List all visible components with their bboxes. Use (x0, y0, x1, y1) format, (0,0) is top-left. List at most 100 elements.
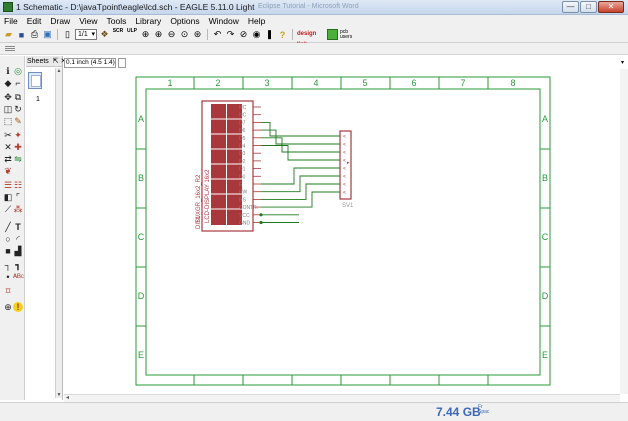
attribute-icon[interactable]: ⌑ (3, 286, 13, 296)
connector-sv1-symbol[interactable]: < < < < < < < < SV1 ▸ (339, 130, 354, 209)
sheet-select[interactable]: 1/1 (75, 29, 97, 40)
show-icon[interactable]: ◎ (13, 66, 23, 76)
lcd-pin-label: E (239, 182, 243, 188)
replace-icon[interactable]: ⇋ (13, 154, 23, 164)
mirror-icon[interactable]: ◫ (3, 104, 13, 114)
menu-options[interactable]: Options (170, 15, 199, 27)
zoom-fit-icon[interactable]: ⊕ (140, 29, 151, 40)
value-icon[interactable]: ☷ (13, 180, 23, 190)
menu-help[interactable]: Help (248, 15, 265, 27)
menu-view[interactable]: View (79, 15, 97, 27)
redo-icon[interactable]: ↷ (225, 29, 236, 40)
design-link-button[interactable]: design link (297, 29, 325, 48)
paste-icon[interactable]: ✦ (13, 130, 23, 140)
free-space-readout: 7.44 GB (436, 405, 481, 419)
erc-icon[interactable]: ⊕ (3, 302, 13, 312)
menu-window[interactable]: Window (209, 15, 239, 27)
pin-icon[interactable]: ⇱ (51, 58, 59, 65)
net-icon[interactable]: ┓ (13, 260, 23, 270)
invoke-icon[interactable]: ⁂ (13, 204, 23, 214)
menu-file[interactable]: File (4, 15, 18, 27)
sheet-number[interactable]: 1 (36, 96, 40, 103)
display-icon[interactable]: ◆ (3, 78, 13, 88)
lcd-pin-label: D4 (239, 144, 246, 150)
menu-edit[interactable]: Edit (27, 15, 42, 27)
save-icon[interactable]: ■ (16, 29, 27, 40)
rotate-icon[interactable]: ↻ (13, 104, 23, 114)
frame-row-label: E (138, 350, 144, 360)
undo-icon[interactable]: ↶ (212, 29, 223, 40)
split-icon[interactable]: ⟋ (3, 204, 13, 214)
frame-row-label: E (542, 350, 548, 360)
cam-processor-icon[interactable]: ▣ (42, 29, 53, 40)
toolbar-grip-icon[interactable] (5, 46, 15, 52)
rect-icon[interactable]: ■ (3, 246, 13, 256)
maximize-button[interactable]: □ (580, 1, 597, 13)
copy-icon[interactable]: ⧉ (13, 92, 23, 102)
vertical-scrollbar[interactable] (620, 69, 628, 394)
scroll-down-icon[interactable]: ▼ (56, 392, 62, 398)
connector-marker-icon: ▸ (347, 160, 350, 166)
status-bar (0, 402, 628, 421)
scroll-left-icon[interactable]: ◂ (66, 394, 69, 401)
net-wires[interactable] (259, 121, 340, 225)
command-line-input[interactable] (118, 58, 126, 68)
sheets-scrollbar[interactable]: ▲ ▼ (55, 68, 62, 398)
polygon-icon[interactable]: ▟ (13, 246, 23, 256)
lcd-pin-label: CONTR. (239, 205, 258, 211)
junction-icon[interactable]: • (3, 272, 13, 282)
command-history-icon[interactable]: ▾ (621, 59, 624, 66)
pcb-quote-label[interactable]: pcb users (340, 29, 354, 40)
pinswap-icon[interactable]: ⇄ (3, 154, 13, 164)
name-icon[interactable]: ☰ (3, 180, 13, 190)
circle-icon[interactable]: ○ (3, 234, 13, 244)
menu-library[interactable]: Library (135, 15, 161, 27)
minimize-button[interactable]: — (562, 1, 579, 13)
zoom-redraw-icon[interactable]: ⊙ (179, 29, 190, 40)
toolbar-separator (57, 29, 58, 40)
miter-icon[interactable]: ⌜ (13, 192, 23, 202)
cut-icon[interactable]: ✂ (3, 130, 13, 140)
print-icon[interactable]: ⎙ (29, 29, 40, 40)
scroll-up-icon[interactable]: ▲ (56, 68, 62, 74)
open-icon[interactable]: ▰ (3, 29, 14, 40)
use-library-icon[interactable]: ❖ (99, 29, 110, 40)
add-icon[interactable]: ✚ (13, 142, 23, 152)
free-space-caption: Fr Spac (478, 405, 489, 415)
sheet-thumbnail[interactable] (28, 72, 42, 89)
label-icon[interactable]: ᴬᴮᶜ (13, 272, 24, 282)
pcb-quote-icon[interactable] (327, 29, 338, 40)
info-icon[interactable]: ℹ (3, 66, 13, 76)
menu-tools[interactable]: Tools (106, 15, 126, 27)
zoom-select-icon[interactable]: ⊛ (192, 29, 203, 40)
schematic-canvas[interactable]: 1 2 3 4 5 6 7 8 A B C D E A B C D E LCD-… (64, 69, 628, 394)
go-icon[interactable]: ◉ (251, 29, 262, 40)
move-icon[interactable]: ✥ (3, 92, 13, 102)
pause-icon[interactable]: ❚ (264, 29, 275, 40)
delete-icon[interactable]: ✕ (3, 142, 13, 152)
text-icon[interactable]: T (13, 222, 23, 232)
smash-icon[interactable]: ◧ (3, 192, 13, 202)
gateswap-icon[interactable]: ❦ (3, 166, 13, 176)
group-icon[interactable]: ⬚ (3, 116, 13, 126)
main-toolbar: ▰ ■ ⎙ ▣ ▯ 1/1 ❖ SCR ULP ⊕ ⊕ ⊖ ⊙ ⊛ ↶ ↷ ⊘ … (0, 27, 628, 48)
arc-icon[interactable]: ◜ (13, 234, 23, 244)
mark-icon[interactable]: ⌐ (13, 78, 23, 88)
sheets-panel-header: Sheets ⇱ ✕ (26, 56, 66, 67)
connector-pin-group: < < < < < < < < (343, 134, 346, 196)
menu-draw[interactable]: Draw (50, 15, 70, 27)
zoom-in-icon[interactable]: ⊕ (153, 29, 164, 40)
wire-icon[interactable]: ╱ (3, 222, 13, 232)
zoom-out-icon[interactable]: ⊖ (166, 29, 177, 40)
stop-icon[interactable]: ⊘ (238, 29, 249, 40)
script-button[interactable]: SCR (112, 29, 124, 40)
ulp-button[interactable]: ULP (126, 29, 138, 40)
help-icon[interactable]: ? (277, 29, 288, 40)
horizontal-scrollbar[interactable]: ◂ (64, 394, 620, 402)
errors-icon[interactable]: ! (13, 302, 23, 312)
bus-icon[interactable]: ┐ (3, 260, 13, 270)
schematic-drawing: 1 2 3 4 5 6 7 8 A B C D E A B C D E LCD-… (135, 76, 551, 386)
frame-column-label: 5 (362, 78, 367, 88)
close-button[interactable]: ✕ (598, 1, 624, 13)
change-icon[interactable]: ✎ (13, 116, 23, 126)
